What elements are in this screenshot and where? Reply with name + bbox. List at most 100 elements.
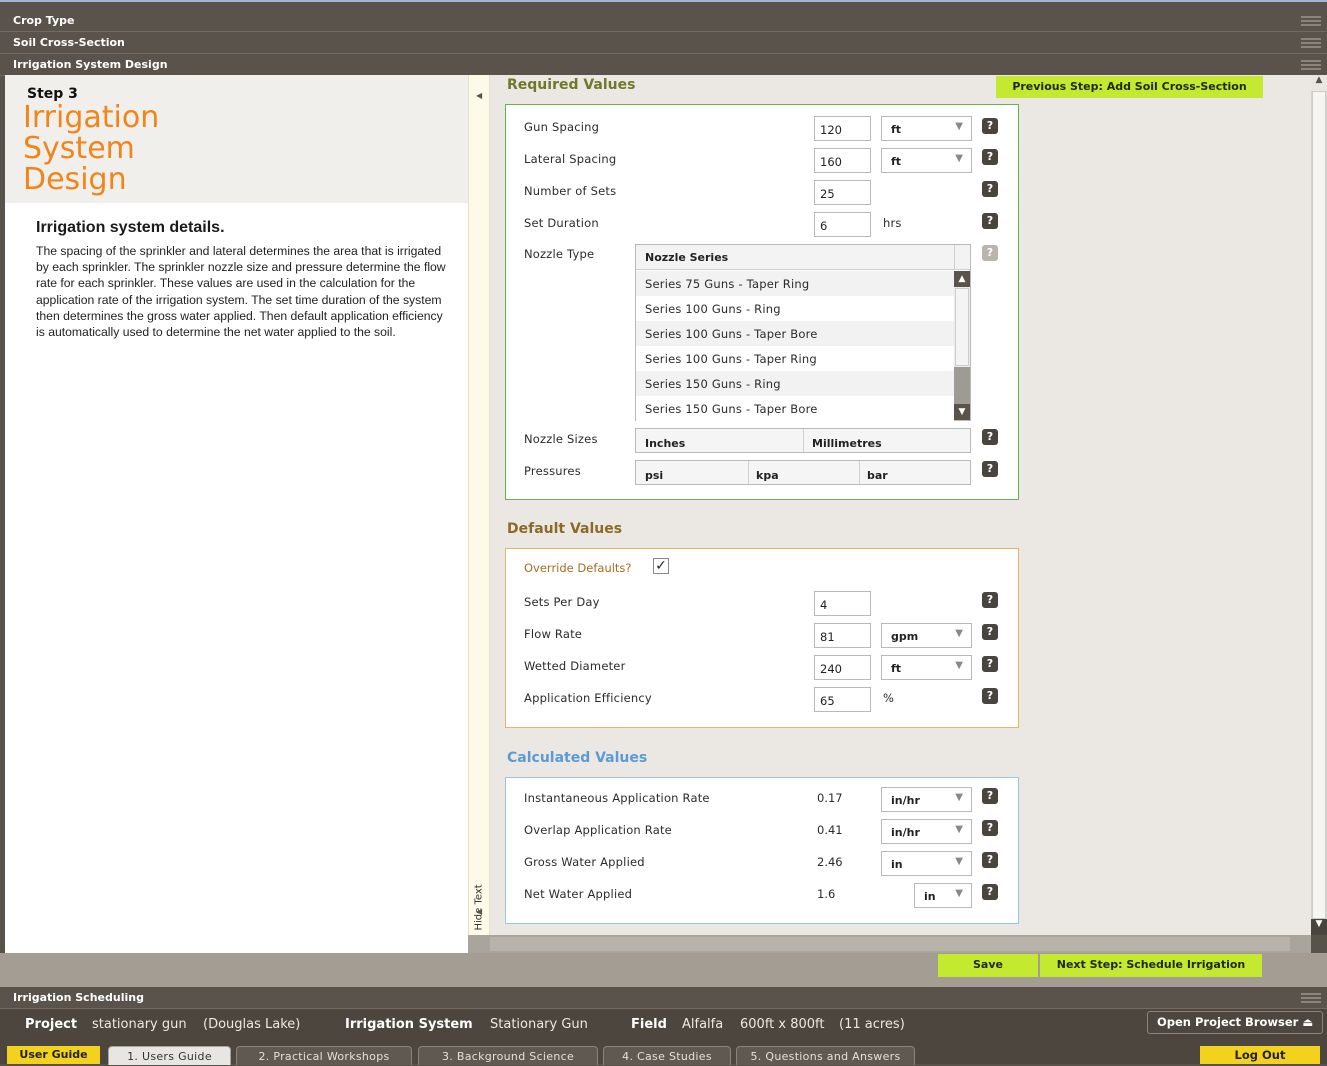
project-label: Project <box>25 1017 78 1032</box>
nozzle-series-list[interactable]: Nozzle Series Series 75 Guns - Taper Rin… <box>635 244 971 421</box>
help-icon[interactable]: ? <box>982 852 998 868</box>
system-value: Stationary Gun <box>490 1017 588 1032</box>
list-scrollbar[interactable]: ▲ ▼ <box>954 271 970 420</box>
scroll-thumb[interactable] <box>955 288 969 366</box>
scroll-up-icon[interactable]: ▲ <box>1311 75 1327 91</box>
dropdown-arrow-icon: ▼ <box>955 856 963 867</box>
set-duration-label: Set Duration <box>524 216 599 230</box>
open-project-browser-button[interactable]: Open Project Browser ⏏ <box>1147 1011 1323 1034</box>
tab-practical-workshops[interactable]: 2. Practical Workshops <box>236 1046 412 1065</box>
column-divider <box>748 461 749 484</box>
list-item[interactable]: Series 150 Guns - Ring <box>636 371 954 396</box>
gross-water-value: 2.46 <box>817 855 843 869</box>
gun-spacing-unit-select[interactable]: ft ▼ <box>881 116 972 141</box>
gross-water-unit-select[interactable]: in ▼ <box>881 851 972 876</box>
scroll-track <box>490 937 1290 951</box>
wetted-diameter-input[interactable]: 240 <box>814 655 871 680</box>
accordion-irrigation-design[interactable]: Irrigation System Design <box>0 54 1327 76</box>
set-duration-unit: hrs <box>883 216 902 230</box>
wetted-diameter-label: Wetted Diameter <box>524 659 626 673</box>
flow-rate-input[interactable]: 81 <box>814 623 871 648</box>
gun-spacing-input[interactable]: 120 <box>814 116 871 141</box>
accordion-irrigation-scheduling[interactable]: Irrigation Scheduling <box>0 987 1327 1009</box>
lateral-spacing-unit-select[interactable]: ft ▼ <box>881 148 972 173</box>
flow-rate-unit-select[interactable]: gpm ▼ <box>881 623 972 648</box>
instantaneous-rate-unit-select[interactable]: in/hr ▼ <box>881 787 972 812</box>
scroll-thumb[interactable] <box>1312 91 1326 919</box>
sets-per-day-input[interactable]: 4 <box>814 591 871 616</box>
step-title-line: Irrigation <box>23 100 160 135</box>
list-item[interactable]: Series 100 Guns - Ring <box>636 296 954 321</box>
help-icon[interactable]: ? <box>982 461 998 477</box>
tab-users-guide[interactable]: 1. Users Guide <box>108 1046 231 1065</box>
help-icon[interactable]: ? <box>982 213 998 229</box>
save-button[interactable]: Save <box>938 954 1038 977</box>
help-icon[interactable]: ? <box>982 820 998 836</box>
wetted-diameter-unit-select[interactable]: ft ▼ <box>881 655 972 680</box>
application-efficiency-input[interactable]: 65 <box>814 687 871 712</box>
previous-step-button[interactable]: Previous Step: Add Soil Cross-Section <box>996 76 1263 98</box>
accordion-soil-cross-section[interactable]: Soil Cross-Section <box>0 32 1327 54</box>
user-guide-label[interactable]: User Guide <box>7 1046 100 1064</box>
scroll-up-icon[interactable]: ▲ <box>954 271 970 287</box>
gross-water-label: Gross Water Applied <box>524 855 645 869</box>
help-icon[interactable]: ? <box>982 245 998 261</box>
dropdown-arrow-icon: ▼ <box>955 628 963 639</box>
tab-background-science[interactable]: 3. Background Science <box>418 1046 598 1065</box>
accordion-crop-type[interactable]: Crop Type <box>0 10 1327 32</box>
tab-case-studies[interactable]: 4. Case Studies <box>603 1046 731 1065</box>
accordion-label: Soil Cross-Section <box>13 36 125 49</box>
list-item[interactable]: Series 150 Guns - Taper Bore <box>636 396 954 421</box>
help-icon[interactable]: ? <box>982 656 998 672</box>
help-icon[interactable]: ? <box>982 592 998 608</box>
field-crop: Alfalfa <box>682 1017 724 1032</box>
help-icon[interactable]: ? <box>982 688 998 704</box>
next-step-button[interactable]: Next Step: Schedule Irrigation <box>1040 954 1262 977</box>
list-item[interactable]: Series 75 Guns - Taper Ring <box>636 271 954 296</box>
scroll-down-icon[interactable]: ▼ <box>954 404 970 420</box>
application-efficiency-unit: % <box>883 691 895 705</box>
instantaneous-rate-label: Instantaneous Application Rate <box>524 791 710 805</box>
select-value: in/hr <box>891 826 920 839</box>
set-duration-input[interactable]: 6 <box>814 212 871 237</box>
help-icon[interactable]: ? <box>982 429 998 445</box>
override-defaults-checkbox[interactable]: ✓ <box>653 558 669 574</box>
hide-text-toggle[interactable]: ◀ Hide Text ◀ <box>468 75 490 953</box>
select-value: in <box>924 890 936 903</box>
select-value: ft <box>891 662 902 675</box>
help-icon[interactable]: ? <box>982 118 998 134</box>
step-title-line: Design <box>23 162 127 197</box>
column-divider <box>803 429 804 452</box>
details-body: The spacing of the sprinkler and lateral… <box>36 244 446 340</box>
dropdown-arrow-icon: ▼ <box>955 121 963 132</box>
logout-button[interactable]: Log Out <box>1200 1046 1320 1064</box>
details-heading: Irrigation system details. <box>36 219 225 236</box>
net-water-unit-select[interactable]: in ▼ <box>914 883 972 908</box>
nozzle-sizes-label: Nozzle Sizes <box>524 432 598 446</box>
step-header: Step 3 Irrigation System Design <box>5 75 468 203</box>
help-icon[interactable]: ? <box>982 884 998 900</box>
nozzle-series-header: Nozzle Series <box>636 245 970 270</box>
number-of-sets-input[interactable]: 25 <box>814 180 871 205</box>
help-icon[interactable]: ? <box>982 181 998 197</box>
nozzle-type-label: Nozzle Type <box>524 247 595 261</box>
lateral-spacing-input[interactable]: 160 <box>814 148 871 173</box>
grip-icon <box>1301 38 1321 48</box>
pressures-table: psi kpa bar <box>635 460 971 485</box>
application-efficiency-label: Application Efficiency <box>524 691 652 705</box>
collapse-arrow-icon: ◀ <box>476 91 483 100</box>
net-water-value: 1.6 <box>817 887 836 901</box>
help-icon[interactable]: ? <box>982 788 998 804</box>
scroll-down-icon[interactable]: ▼ <box>1311 919 1327 935</box>
tab-questions-and-answers[interactable]: 5. Questions and Answers <box>736 1046 915 1065</box>
overlap-rate-unit-select[interactable]: in/hr ▼ <box>881 819 972 844</box>
help-icon[interactable]: ? <box>982 149 998 165</box>
info-panel: Step 3 Irrigation System Design Irrigati… <box>5 75 468 953</box>
grip-icon <box>1301 16 1321 26</box>
vertical-scrollbar[interactable]: ▲ ▼ <box>1311 75 1327 935</box>
help-icon[interactable]: ? <box>982 624 998 640</box>
collapse-arrow-icon: ◀ <box>476 907 483 916</box>
horizontal-scrollbar[interactable] <box>468 935 1311 953</box>
list-item[interactable]: Series 100 Guns - Taper Ring <box>636 346 954 371</box>
list-item[interactable]: Series 100 Guns - Taper Bore <box>636 321 954 346</box>
